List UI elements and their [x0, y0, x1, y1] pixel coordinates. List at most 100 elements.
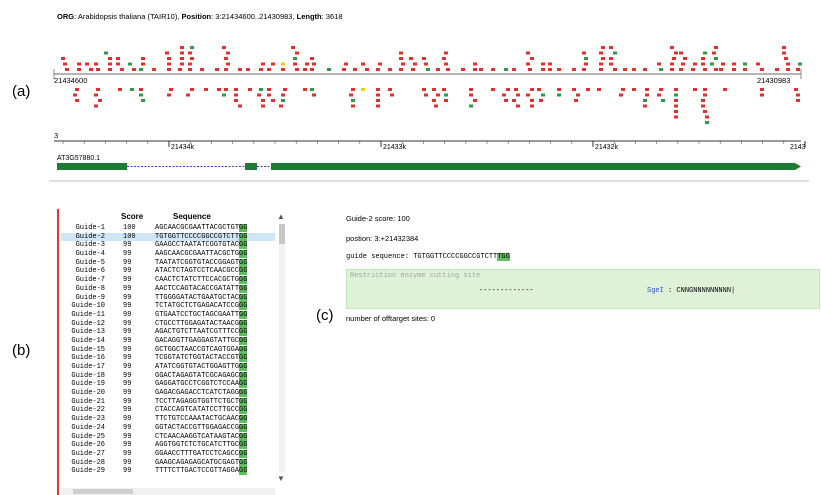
guide-mark[interactable]	[303, 68, 307, 71]
guide-mark[interactable]	[190, 57, 194, 60]
guide-mark[interactable]	[541, 62, 545, 66]
guide-mark[interactable]	[388, 88, 392, 91]
guide-mark[interactable]	[376, 99, 380, 102]
guide-mark[interactable]	[399, 51, 403, 55]
guide-mark[interactable]	[120, 68, 124, 71]
guide-mark[interactable]	[721, 62, 725, 66]
guide-mark[interactable]	[94, 104, 98, 108]
guide-mark[interactable]	[461, 68, 465, 71]
guide-mark[interactable]	[621, 88, 625, 91]
guide-mark[interactable]	[436, 68, 440, 71]
guide-mark[interactable]	[167, 57, 171, 60]
guide-mark[interactable]	[705, 121, 709, 124]
guide-mark[interactable]	[526, 51, 530, 55]
guide-table-row[interactable]: Guide-3 99 GAAGCCTAATATCGGTGTACGG	[61, 241, 275, 250]
guide-mark[interactable]	[537, 88, 541, 91]
guide-mark[interactable]	[349, 93, 353, 97]
guide-table-row[interactable]: Guide-10 99 TCTATGCTCTGAGACATCCGGG	[61, 302, 275, 311]
guide-mark[interactable]	[436, 93, 440, 97]
guide-mark[interactable]	[693, 88, 697, 91]
guide-mark[interactable]	[491, 88, 495, 91]
guide-mark[interactable]	[597, 88, 601, 91]
guide-mark[interactable]	[422, 57, 426, 60]
guide-mark[interactable]	[714, 68, 718, 71]
guide-mark[interactable]	[267, 88, 271, 91]
guide-mark[interactable]	[786, 68, 790, 71]
guide-mark[interactable]	[303, 88, 307, 91]
guide-mark[interactable]	[96, 68, 100, 71]
vertical-scrollbar-thumb[interactable]	[279, 224, 285, 244]
guide-mark[interactable]	[388, 68, 392, 71]
guide-mark[interactable]	[732, 68, 736, 71]
guide-mark[interactable]	[399, 68, 403, 71]
guide-mark[interactable]	[714, 46, 718, 49]
guide-table-row[interactable]: Guide-28 99 GAAGCAGAGAGCATGCGAGTGG	[61, 458, 275, 468]
guide-mark[interactable]	[557, 93, 561, 97]
guide-mark[interactable]	[491, 68, 495, 71]
guide-mark[interactable]	[657, 93, 661, 97]
guide-mark[interactable]	[281, 93, 285, 97]
guide-mark[interactable]	[180, 62, 184, 66]
guide-table-row[interactable]: Guide-27 99 GGAACCTTTGATCCTCAGCCGG	[61, 449, 275, 459]
guide-mark[interactable]	[353, 68, 357, 71]
guide-mark[interactable]	[75, 88, 79, 91]
guide-table-row[interactable]: Guide-29 99 TTTTCTTGACTCCGTTAGGAGG	[61, 467, 275, 476]
guide-mark[interactable]	[234, 93, 238, 97]
guide-mark[interactable]	[234, 88, 238, 91]
guide-mark[interactable]	[701, 104, 705, 108]
guide-mark[interactable]	[701, 57, 705, 60]
guide-mark[interactable]	[310, 68, 314, 71]
guide-mark[interactable]	[703, 88, 707, 91]
guide-mark[interactable]	[584, 62, 588, 66]
guide-mark[interactable]	[271, 99, 275, 102]
guide-mark[interactable]	[281, 68, 285, 71]
guide-mark[interactable]	[782, 46, 786, 49]
guide-mark[interactable]	[141, 62, 145, 66]
guide-mark[interactable]	[703, 110, 707, 113]
guide-mark[interactable]	[796, 93, 800, 97]
guide-mark[interactable]	[204, 88, 208, 91]
guide-table-row[interactable]: Guide-9 99 TTGGGGATACTGAATGCTACGG	[61, 293, 275, 303]
guide-mark[interactable]	[619, 93, 623, 97]
guide-mark[interactable]	[89, 68, 93, 71]
guide-mark[interactable]	[796, 99, 800, 102]
guide-mark[interactable]	[473, 62, 477, 66]
guide-mark[interactable]	[165, 51, 169, 55]
guide-mark[interactable]	[760, 68, 764, 71]
guide-mark[interactable]	[291, 46, 295, 49]
guide-mark[interactable]	[85, 62, 89, 66]
guide-mark[interactable]	[411, 68, 415, 71]
guide-mark[interactable]	[279, 104, 283, 108]
guide-mark[interactable]	[222, 46, 226, 49]
guide-mark[interactable]	[434, 104, 438, 108]
guide-mark[interactable]	[609, 62, 613, 66]
guide-table-row[interactable]: Guide-1 100 AGCAACGCGAATTACGCTGTGG	[61, 224, 275, 233]
guide-mark[interactable]	[786, 62, 790, 66]
guide-mark[interactable]	[96, 88, 100, 91]
guide-mark[interactable]	[679, 68, 683, 71]
guide-mark[interactable]	[401, 62, 405, 66]
guide-mark[interactable]	[679, 51, 683, 55]
guide-mark[interactable]	[424, 93, 428, 97]
guide-mark[interactable]	[672, 57, 676, 60]
horizontal-scrollbar-thumb[interactable]	[73, 489, 133, 494]
guide-mark[interactable]	[351, 88, 355, 91]
guide-mark[interactable]	[723, 88, 727, 91]
guide-table-row[interactable]: Guide-19 99 GAGGATGCCTCGGTCTCCAAGG	[61, 380, 275, 389]
guide-mark[interactable]	[73, 93, 77, 97]
guide-mark[interactable]	[444, 62, 448, 66]
guide-mark[interactable]	[190, 46, 194, 49]
guide-track-canvas[interactable]: 21434600 21430983 3 21434k 21433k 21432k…	[49, 8, 809, 180]
guide-mark[interactable]	[108, 57, 112, 60]
guide-table-row[interactable]: Guide-8 99 AACTCCAGTACACCGATATTGG	[61, 284, 275, 294]
guide-mark[interactable]	[188, 62, 192, 66]
guide-mark[interactable]	[98, 99, 102, 102]
guide-mark[interactable]	[234, 99, 238, 102]
guide-mark[interactable]	[643, 99, 647, 102]
guide-mark[interactable]	[169, 88, 173, 91]
guide-mark[interactable]	[75, 99, 79, 102]
guide-mark[interactable]	[514, 88, 518, 91]
guide-mark[interactable]	[541, 68, 545, 71]
guide-mark[interactable]	[710, 62, 714, 66]
guide-mark[interactable]	[541, 93, 545, 97]
